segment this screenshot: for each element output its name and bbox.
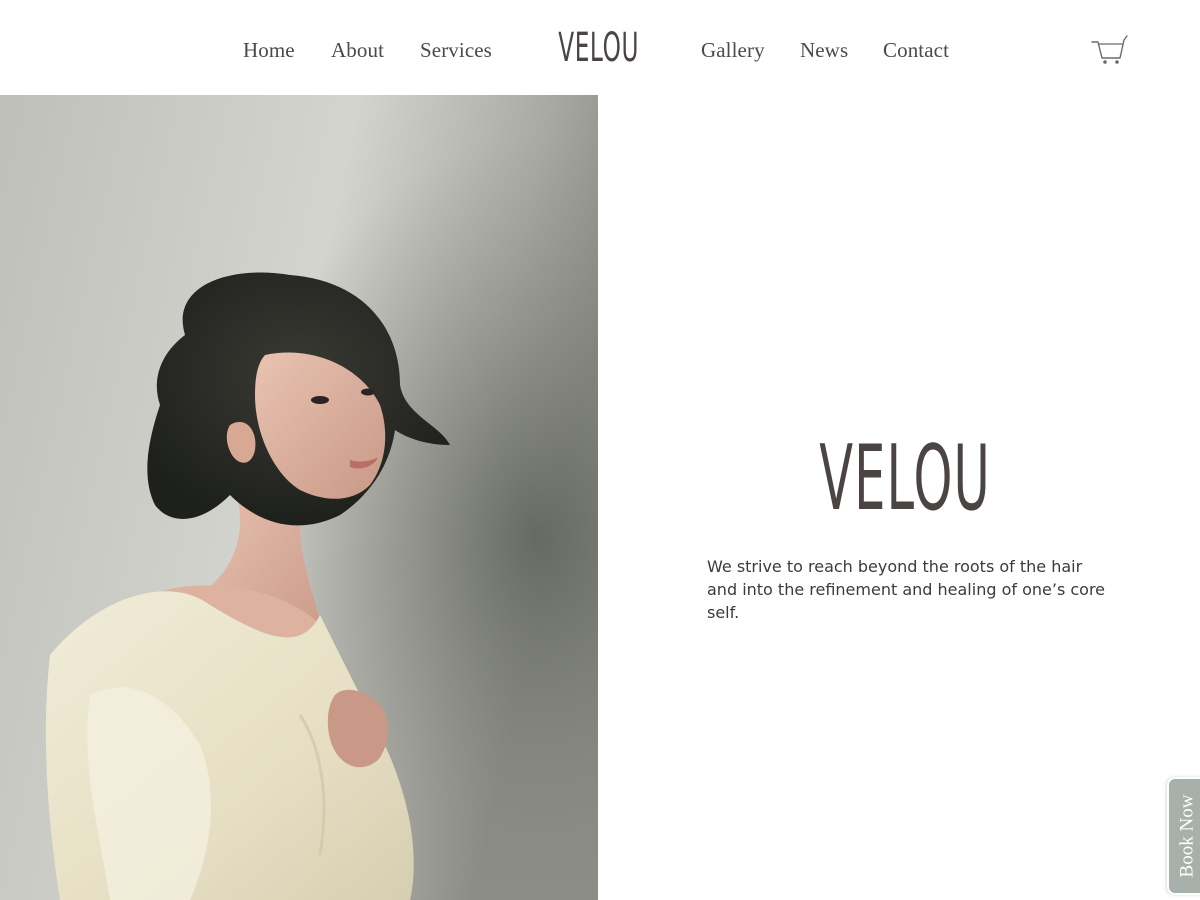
site-logo[interactable]: VELOU <box>556 22 642 74</box>
book-now-label: Book Now <box>1176 794 1197 878</box>
nav-news-link[interactable]: News <box>800 38 848 63</box>
site-header: Home About Services VELOU Gallery News C… <box>0 0 1200 95</box>
logo-text: VELOU <box>558 25 640 71</box>
nav-about-link[interactable]: About <box>331 38 384 63</box>
tagline-text: We strive to reach beyond the roots of t… <box>707 557 1106 622</box>
nav-home-link[interactable]: Home <box>243 38 295 63</box>
book-now-button[interactable]: Book Now <box>1167 777 1200 895</box>
nav-contact-link[interactable]: Contact <box>883 38 949 63</box>
portrait-photo <box>0 95 598 900</box>
shopping-cart-icon[interactable] <box>1090 34 1128 66</box>
brand-name: VELOU <box>819 425 991 531</box>
nav-gallery-link[interactable]: Gallery <box>701 38 765 63</box>
nav-services-link[interactable]: Services <box>420 38 492 63</box>
brand-heading: VELOU <box>760 425 1050 531</box>
